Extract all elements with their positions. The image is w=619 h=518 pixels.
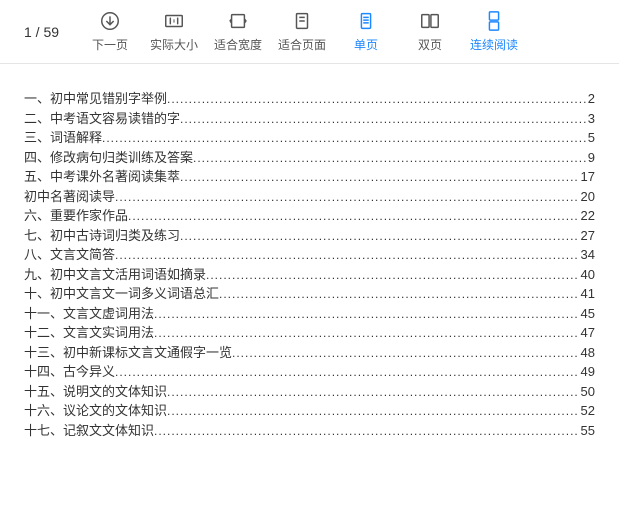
toc-page-number: 27 — [579, 229, 595, 242]
toc-leader-dots — [206, 269, 579, 281]
toc-row: 初中名著阅读导 20 — [24, 190, 595, 203]
toc-page-number: 17 — [579, 170, 595, 183]
toc-title: 十、初中文言文一词多义词语总汇 — [24, 287, 219, 300]
toc-leader-dots — [180, 230, 579, 242]
single-page-label: 单页 — [354, 36, 378, 53]
actual-size-label: 实际大小 — [150, 36, 198, 53]
actual-size-button[interactable]: 实际大小 — [143, 4, 205, 60]
toc-leader-dots — [180, 171, 579, 183]
toc-row: 二、中考语文容易读错的字 3 — [24, 112, 595, 125]
toc-title: 十二、文言文实词用法 — [24, 326, 154, 339]
toc-row: 十二、文言文实词用法 47 — [24, 326, 595, 339]
toc-title: 五、中考课外名著阅读集萃 — [24, 170, 180, 183]
toc-row: 十五、说明文的文体知识 50 — [24, 385, 595, 398]
toc-page-number: 47 — [579, 326, 595, 339]
toc-row: 十、初中文言文一词多义词语总汇 41 — [24, 287, 595, 300]
fit-width-button[interactable]: 适合宽度 — [207, 4, 269, 60]
double-page-icon — [419, 10, 441, 32]
toc-page-number: 34 — [579, 248, 595, 261]
double-page-label: 双页 — [418, 36, 442, 53]
toc-title: 九、初中文言文活用词语如摘录 — [24, 268, 206, 281]
toc-title: 十一、文言文虚词用法 — [24, 307, 154, 320]
toc-row: 十七、记叙文文体知识 55 — [24, 424, 595, 437]
toolbar: 1 / 59 下一页 实际大小 适合宽度 适合页面 单页 双页 — [0, 0, 619, 64]
toc-title: 二、中考语文容易读错的字 — [24, 112, 180, 125]
toc-leader-dots — [154, 308, 579, 320]
toc-row: 八、文言文简答 34 — [24, 248, 595, 261]
next-page-label: 下一页 — [92, 36, 128, 53]
toc-row: 六、重要作家作品 22 — [24, 209, 595, 222]
toc-leader-dots — [154, 327, 579, 339]
single-page-button[interactable]: 单页 — [335, 4, 397, 60]
toc-page-number: 5 — [586, 131, 595, 144]
toc-leader-dots — [115, 366, 579, 378]
toc-leader-dots — [115, 249, 579, 261]
fit-width-icon — [227, 10, 249, 32]
toc-title: 十四、古今异义 — [24, 365, 115, 378]
toc-title: 十三、初中新课标文言文通假字一览 — [24, 346, 232, 359]
toc-row: 十三、初中新课标文言文通假字一览 48 — [24, 346, 595, 359]
toc-leader-dots — [128, 210, 579, 222]
continuous-read-button[interactable]: 连续阅读 — [463, 4, 525, 60]
table-of-contents: 一、初中常见错别字举例 2 二、中考语文容易读错的字 3 三、词语解释 5 四、修改病句归类… — [24, 92, 595, 437]
toc-row: 三、词语解释 5 — [24, 131, 595, 144]
toc-title: 十七、记叙文文体知识 — [24, 424, 154, 437]
toc-title: 七、初中古诗词归类及练习 — [24, 229, 180, 242]
toc-page-number: 45 — [579, 307, 595, 320]
single-page-icon — [355, 10, 377, 32]
toc-title: 十六、议论文的文体知识 — [24, 404, 167, 417]
toc-row: 十四、古今异义 49 — [24, 365, 595, 378]
fit-width-label: 适合宽度 — [214, 36, 262, 53]
document-page: 一、初中常见错别字举例 2 二、中考语文容易读错的字 3 三、词语解释 5 四、修改病句归类… — [0, 64, 619, 463]
toc-page-number: 50 — [579, 385, 595, 398]
next-page-button[interactable]: 下一页 — [79, 4, 141, 60]
toc-leader-dots — [167, 405, 579, 417]
toc-page-number: 40 — [579, 268, 595, 281]
continuous-read-label: 连续阅读 — [470, 36, 518, 53]
toc-page-number: 2 — [586, 92, 595, 105]
toc-title: 三、词语解释 — [24, 131, 102, 144]
toc-page-number: 41 — [579, 287, 595, 300]
toc-title: 八、文言文简答 — [24, 248, 115, 261]
toc-title: 十五、说明文的文体知识 — [24, 385, 167, 398]
toc-row: 七、初中古诗词归类及练习 27 — [24, 229, 595, 242]
toc-row: 一、初中常见错别字举例 2 — [24, 92, 595, 105]
toc-page-number: 52 — [579, 404, 595, 417]
page-indicator: 1 / 59 — [6, 24, 77, 40]
toc-title: 六、重要作家作品 — [24, 209, 128, 222]
toc-leader-dots — [115, 191, 579, 203]
toc-leader-dots — [193, 152, 586, 164]
toc-row: 四、修改病句归类训练及答案 9 — [24, 151, 595, 164]
toc-page-number: 20 — [579, 190, 595, 203]
double-page-button[interactable]: 双页 — [399, 4, 461, 60]
toc-leader-dots — [102, 132, 586, 144]
toc-leader-dots — [167, 386, 579, 398]
fit-page-label: 适合页面 — [278, 36, 326, 53]
fit-page-icon — [291, 10, 313, 32]
arrow-down-circle-icon — [99, 10, 121, 32]
continuous-icon — [483, 10, 505, 32]
toc-title: 初中名著阅读导 — [24, 190, 115, 203]
toc-page-number: 55 — [579, 424, 595, 437]
toc-page-number: 49 — [579, 365, 595, 378]
toc-page-number: 22 — [579, 209, 595, 222]
fit-page-button[interactable]: 适合页面 — [271, 4, 333, 60]
toc-page-number: 48 — [579, 346, 595, 359]
toc-title: 一、初中常见错别字举例 — [24, 92, 167, 105]
toc-row: 九、初中文言文活用词语如摘录 40 — [24, 268, 595, 281]
toc-row: 十六、议论文的文体知识 52 — [24, 404, 595, 417]
toc-leader-dots — [232, 347, 579, 359]
toc-leader-dots — [180, 113, 586, 125]
one-to-one-icon — [163, 10, 185, 32]
toc-leader-dots — [167, 93, 586, 105]
toc-leader-dots — [219, 288, 579, 300]
toc-page-number: 9 — [586, 151, 595, 164]
toc-title: 四、修改病句归类训练及答案 — [24, 151, 193, 164]
toc-leader-dots — [154, 425, 579, 437]
toc-page-number: 3 — [586, 112, 595, 125]
toc-row: 十一、文言文虚词用法 45 — [24, 307, 595, 320]
toc-row: 五、中考课外名著阅读集萃 17 — [24, 170, 595, 183]
